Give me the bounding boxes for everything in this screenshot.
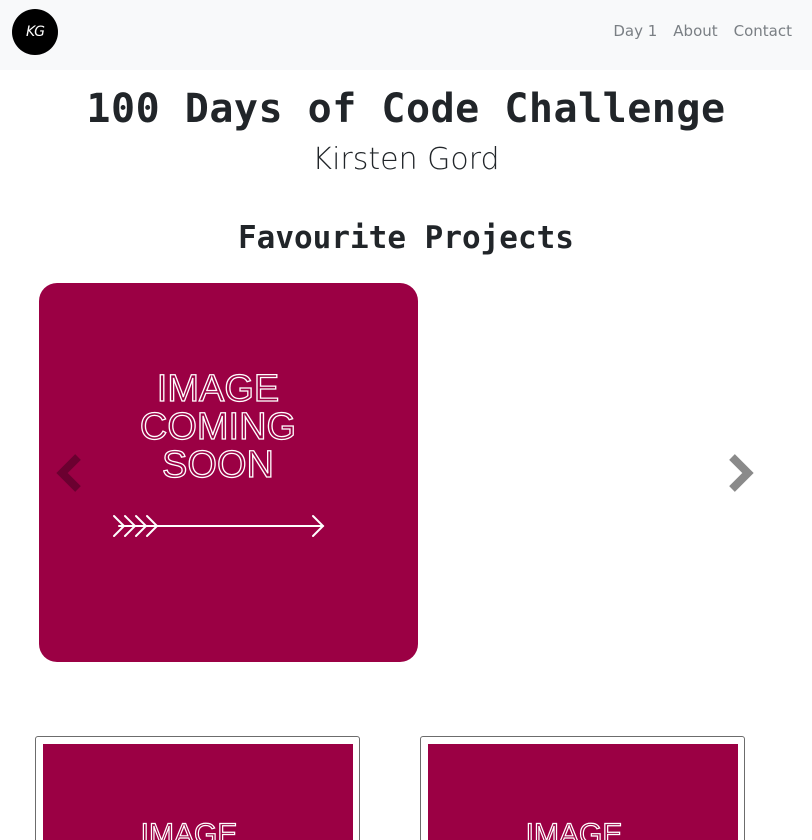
nav-link-about[interactable]: About <box>673 22 717 40</box>
card-placeholder-text: IMAGE <box>526 818 623 840</box>
section-title: Favourite Projects <box>238 220 574 256</box>
navbar: KG Day 1 About Contact <box>0 0 812 70</box>
chevron-right-icon <box>729 454 754 492</box>
author-name: Kirsten Gord <box>312 142 500 177</box>
project-card-image: IMAGE <box>43 744 353 840</box>
placeholder-line-3: SOON <box>162 444 274 486</box>
nav-link-day-1[interactable]: Day 1 <box>613 22 657 40</box>
arrow-right-icon <box>113 515 325 537</box>
site-logo[interactable]: KG <box>12 9 58 55</box>
project-card-image: IMAGE <box>428 744 738 840</box>
project-card[interactable]: IMAGE <box>420 736 745 840</box>
chevron-left-icon <box>56 454 81 492</box>
card-placeholder-text: IMAGE <box>141 818 238 840</box>
nav-link-contact[interactable]: Contact <box>734 22 792 40</box>
projects-carousel: IMAGE COMING SOON <box>0 283 812 663</box>
carousel-slide[interactable]: IMAGE COMING SOON <box>39 283 418 662</box>
carousel-prev-button[interactable] <box>50 453 90 493</box>
image-coming-soon-placeholder: IMAGE COMING SOON <box>113 367 325 537</box>
nav-links: Day 1 About Contact <box>613 22 792 40</box>
carousel-next-button[interactable] <box>720 453 760 493</box>
placeholder-line-2: COMING <box>140 406 296 448</box>
page-title: 100 Days of Code Challenge <box>86 86 726 132</box>
project-card[interactable]: IMAGE <box>35 736 360 840</box>
placeholder-line-1: IMAGE <box>157 368 279 410</box>
